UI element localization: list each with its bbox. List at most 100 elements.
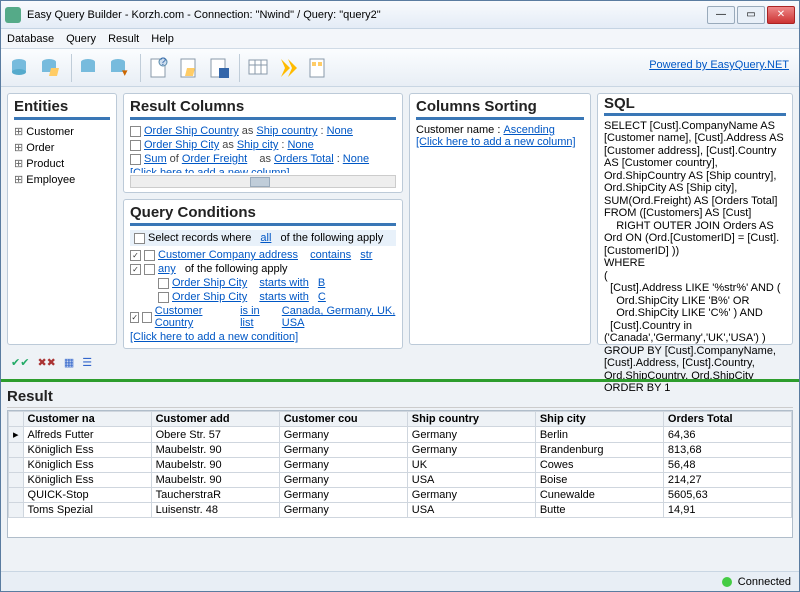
cond-icon[interactable] [158, 292, 169, 303]
cond-icon[interactable] [144, 250, 155, 261]
table-row[interactable]: Toms SpezialLuisenstr. 48GermanyUSAButte… [9, 503, 792, 518]
menu-database[interactable]: Database [7, 33, 54, 45]
fn-link[interactable]: Sum [144, 153, 167, 165]
page-save-button[interactable] [205, 54, 233, 82]
alias-link[interactable]: Ship country [256, 125, 317, 137]
field-link[interactable]: Customer Country [155, 305, 228, 329]
op-link[interactable]: contains [310, 249, 351, 261]
cond-root[interactable]: Select records where all of the followin… [130, 230, 396, 246]
op-link[interactable]: is in list [240, 305, 270, 329]
cond-group[interactable]: ✓any of the following apply [130, 262, 396, 276]
powered-link[interactable]: Powered by EasyQuery.NET [649, 59, 789, 71]
uncheckall-icon[interactable]: ✖✖ [37, 356, 55, 369]
row-selector[interactable] [9, 458, 24, 473]
grid-button[interactable] [244, 54, 272, 82]
menu-result[interactable]: Result [108, 33, 139, 45]
cond-row[interactable]: Order Ship City starts with B [130, 276, 396, 290]
checkall-icon[interactable]: ✔✔ [11, 356, 29, 369]
row-selector[interactable] [9, 488, 24, 503]
field-link[interactable]: Customer Company address [158, 249, 298, 261]
sort-link[interactable]: None [327, 125, 353, 137]
val-link[interactable]: str [360, 249, 372, 261]
val-link[interactable]: B [318, 277, 325, 289]
check-icon[interactable]: ✓ [130, 250, 141, 261]
execute-button[interactable] [274, 54, 302, 82]
table-row[interactable]: QUICK-StopTaucherstraRGermanyGermanyCune… [9, 488, 792, 503]
op-link[interactable]: starts with [259, 277, 309, 289]
maximize-button[interactable]: ▭ [737, 6, 765, 24]
add-sort-link[interactable]: [Click here to add a new column] [416, 136, 576, 148]
query-open-button[interactable]: ▾ [106, 54, 134, 82]
db-open-button[interactable] [37, 54, 65, 82]
hscroll[interactable] [130, 175, 396, 188]
alias-link[interactable]: Orders Total [274, 153, 334, 165]
field-link[interactable]: Order Ship City [172, 277, 247, 289]
entity-order[interactable]: Order [14, 140, 110, 156]
table-row[interactable]: ▸Alfreds FutterObere Str. 57GermanyGerma… [9, 427, 792, 443]
grid-icon[interactable]: ▦ [64, 356, 74, 369]
check-icon[interactable]: ✓ [130, 312, 139, 323]
col-header[interactable]: Customer add [151, 412, 279, 427]
col-header[interactable]: Ship city [535, 412, 663, 427]
col-header[interactable]: Ship country [407, 412, 535, 427]
query-new-button[interactable] [76, 54, 104, 82]
rescol-row[interactable]: Order Ship CountryasShip country:None [130, 124, 396, 138]
cond-row[interactable]: Order Ship City starts with C [130, 290, 396, 304]
export-button[interactable] [304, 54, 332, 82]
checkbox-icon[interactable] [130, 126, 141, 137]
db-new-button[interactable] [7, 54, 35, 82]
cond-icon[interactable] [142, 312, 151, 323]
field-link[interactable]: Order Freight [182, 153, 247, 165]
group-icon[interactable] [144, 264, 155, 275]
entity-employee[interactable]: Employee [14, 172, 110, 188]
page-new-button[interactable]: ? [145, 54, 173, 82]
page-open-button[interactable] [175, 54, 203, 82]
sort-link[interactable]: None [343, 153, 369, 165]
rescol-row[interactable]: SumofOrder Freight asOrders Total:None [130, 152, 396, 166]
scroll-thumb[interactable] [250, 177, 270, 187]
group-icon[interactable] [134, 233, 145, 244]
val-link[interactable]: C [318, 291, 326, 303]
entity-customer[interactable]: Customer [14, 124, 110, 140]
all-any-link[interactable]: all [260, 232, 271, 244]
val-link[interactable]: Canada, Germany, UK, USA [282, 305, 396, 329]
field-link[interactable]: Order Ship City [172, 291, 247, 303]
sort-row[interactable]: Customer name : Ascending [416, 124, 584, 136]
add-column-link[interactable]: [Click here to add a new column] [130, 167, 290, 173]
table-row[interactable]: Königlich EssMaubelstr. 90GermanyUSABois… [9, 473, 792, 488]
sort-link[interactable]: None [287, 139, 313, 151]
row-selector[interactable] [9, 473, 24, 488]
checkbox-icon[interactable] [130, 154, 141, 165]
any-link[interactable]: any [158, 263, 176, 275]
row-selector[interactable] [9, 503, 24, 518]
table-row[interactable]: Königlich EssMaubelstr. 90GermanyUKCowes… [9, 458, 792, 473]
menu-help[interactable]: Help [151, 33, 174, 45]
checkbox-icon[interactable] [130, 140, 141, 151]
cond-icon[interactable] [158, 278, 169, 289]
rescol-row[interactable]: Order Ship CityasShip city:None [130, 138, 396, 152]
cell: Germany [279, 427, 407, 443]
connected-icon [722, 577, 732, 587]
table-row[interactable]: Königlich EssMaubelstr. 90GermanyGermany… [9, 443, 792, 458]
row-selector[interactable] [9, 443, 24, 458]
add-condition-link[interactable]: [Click here to add a new condition] [130, 331, 298, 343]
list-icon[interactable]: ☰ [82, 356, 92, 369]
row-selector[interactable]: ▸ [9, 427, 24, 443]
close-button[interactable]: ✕ [767, 6, 795, 24]
entity-product[interactable]: Product [14, 156, 110, 172]
result-grid[interactable]: Customer na Customer add Customer cou Sh… [7, 410, 793, 538]
cond-row[interactable]: ✓ Customer Country is in list Canada, Ger… [130, 304, 396, 330]
minimize-button[interactable]: — [707, 6, 735, 24]
alias-link[interactable]: Ship city [237, 139, 279, 151]
cond-row[interactable]: ✓ Customer Company address contains str [130, 248, 396, 262]
field-link[interactable]: Order Ship City [144, 139, 219, 151]
sort-dir-link[interactable]: Ascending [503, 124, 554, 136]
col-header[interactable]: Orders Total [663, 412, 791, 427]
row-selector-header [9, 412, 24, 427]
col-header[interactable]: Customer cou [279, 412, 407, 427]
col-header[interactable]: Customer na [23, 412, 151, 427]
field-link[interactable]: Order Ship Country [144, 125, 239, 137]
op-link[interactable]: starts with [259, 291, 309, 303]
menu-query[interactable]: Query [66, 33, 96, 45]
check-icon[interactable]: ✓ [130, 264, 141, 275]
